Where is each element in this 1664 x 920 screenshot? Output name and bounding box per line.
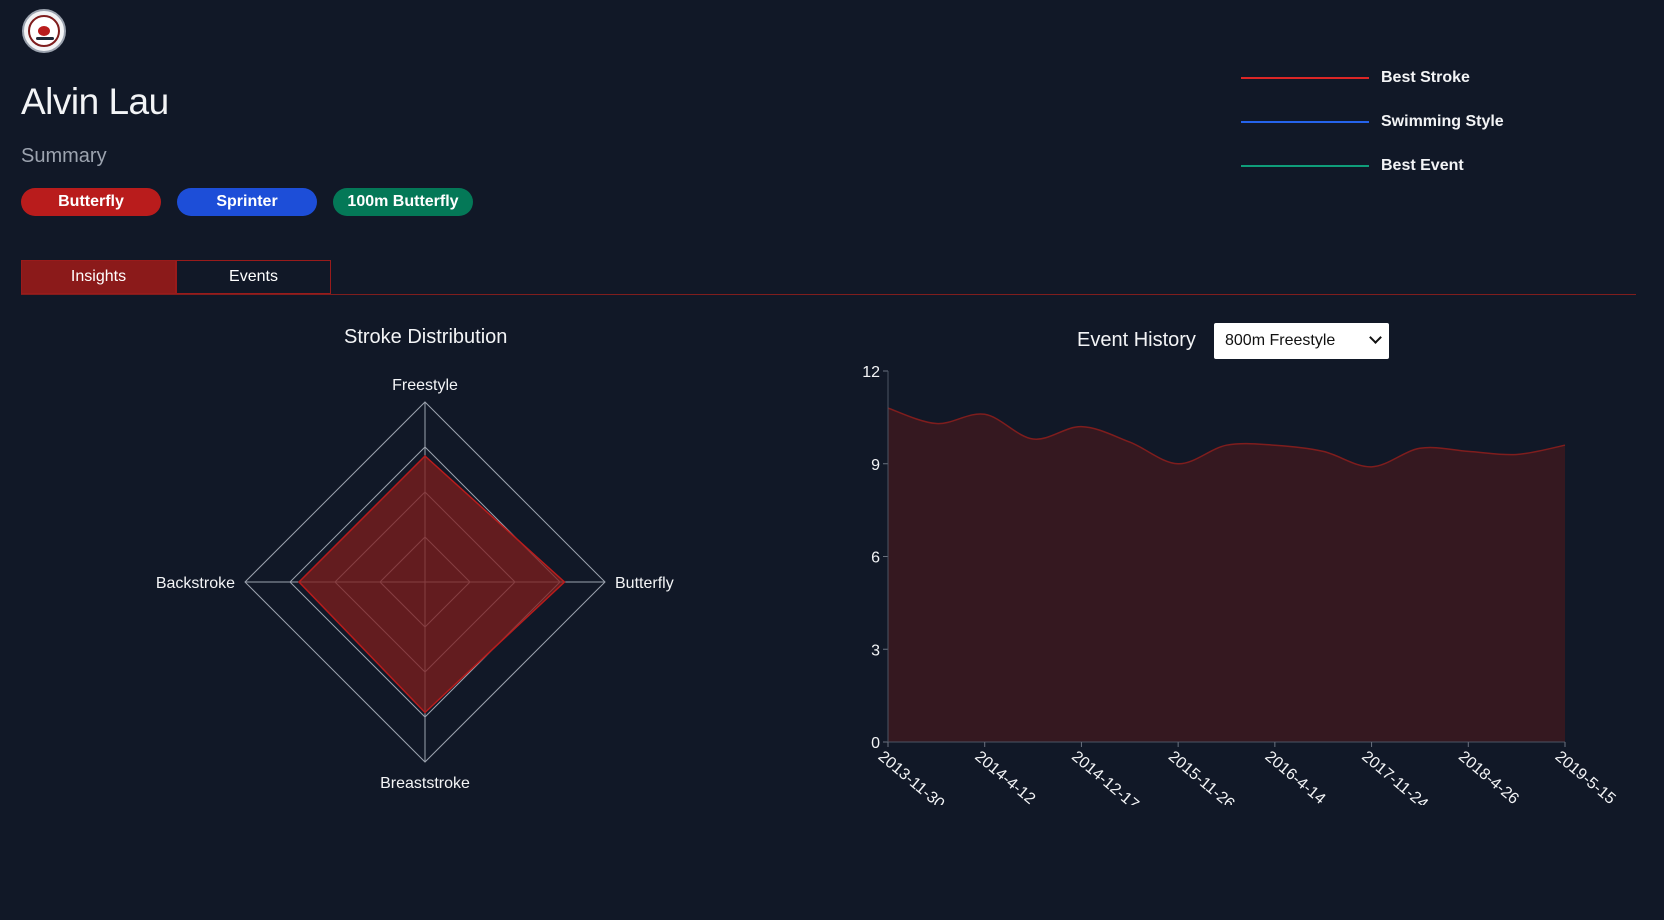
best-stroke-badge: Butterfly (21, 188, 161, 216)
y-tick-label: 6 (871, 550, 880, 567)
summary-badges: Butterfly Sprinter 100m Butterfly (21, 188, 473, 216)
radar-axis-label-breaststroke: Breaststroke (380, 775, 470, 790)
y-tick-label: 9 (871, 457, 880, 474)
tab-divider (21, 294, 1636, 295)
tab-events[interactable]: Events (176, 260, 331, 294)
legend-label: Swimming Style (1381, 113, 1504, 130)
chevron-down-icon (1369, 331, 1382, 344)
x-axis: 2013-11-30 2014-4-12 2014-12-17 2015-11-26 2… (875, 742, 1619, 805)
y-tick-label: 3 (871, 642, 880, 659)
swimming-style-badge: Sprinter (177, 188, 317, 216)
tab-bar: Insights Events (21, 260, 331, 294)
stroke-distribution-title: Stroke Distribution (344, 326, 508, 348)
area-series-fill (888, 408, 1565, 742)
x-tick-label: 2014-4-12 (971, 748, 1038, 805)
tab-insights[interactable]: Insights (21, 260, 176, 294)
event-select-value: 800m Freestyle (1225, 332, 1336, 349)
event-history-area-chart: 0 3 6 9 12 2013-11-30 2014-4-12 2014-12-17 2015… (862, 364, 1619, 805)
legend-line-best-stroke (1241, 77, 1369, 79)
summary-heading: Summary (21, 145, 107, 167)
stroke-distribution-radar-chart: Freestyle Butterfly Breaststroke Backstr… (156, 377, 674, 790)
x-tick-label: 2016-4-14 (1262, 748, 1329, 805)
legend-label: Best Stroke (1381, 69, 1470, 86)
y-tick-label: 0 (871, 735, 880, 752)
legend-item-best-event: Best Event (1241, 144, 1504, 188)
legend-line-swimming-style (1241, 121, 1369, 123)
legend-item-swimming-style: Swimming Style (1241, 100, 1504, 144)
radar-data-polygon (297, 454, 566, 714)
event-history-title: Event History (1077, 329, 1196, 351)
best-event-badge: 100m Butterfly (333, 188, 473, 216)
y-tick-label: 12 (862, 364, 880, 381)
radar-axis-label-freestyle: Freestyle (392, 377, 458, 394)
radar-axis-label-butterfly: Butterfly (615, 575, 674, 592)
x-tick-label: 2017-11-24 (1358, 748, 1431, 805)
x-tick-label: 2019-5-15 (1552, 748, 1619, 805)
legend-item-best-stroke: Best Stroke (1241, 56, 1504, 100)
legend-label: Best Event (1381, 157, 1464, 174)
event-select[interactable]: 800m Freestyle (1214, 323, 1389, 359)
y-axis: 0 3 6 9 12 (862, 364, 888, 752)
badge-legend: Best Stroke Swimming Style Best Event (1241, 56, 1504, 188)
swimmer-name: Alvin Lau (21, 81, 169, 122)
team-logo[interactable] (22, 9, 66, 53)
x-tick-label: 2018-4-26 (1455, 748, 1522, 805)
logo-emblem-icon (28, 15, 60, 47)
x-tick-label: 2015-11-26 (1165, 748, 1238, 805)
legend-line-best-event (1241, 165, 1369, 167)
x-tick-label: 2013-11-30 (875, 748, 948, 805)
radar-axis-label-backstroke: Backstroke (156, 575, 235, 592)
x-tick-label: 2014-12-17 (1068, 748, 1142, 805)
